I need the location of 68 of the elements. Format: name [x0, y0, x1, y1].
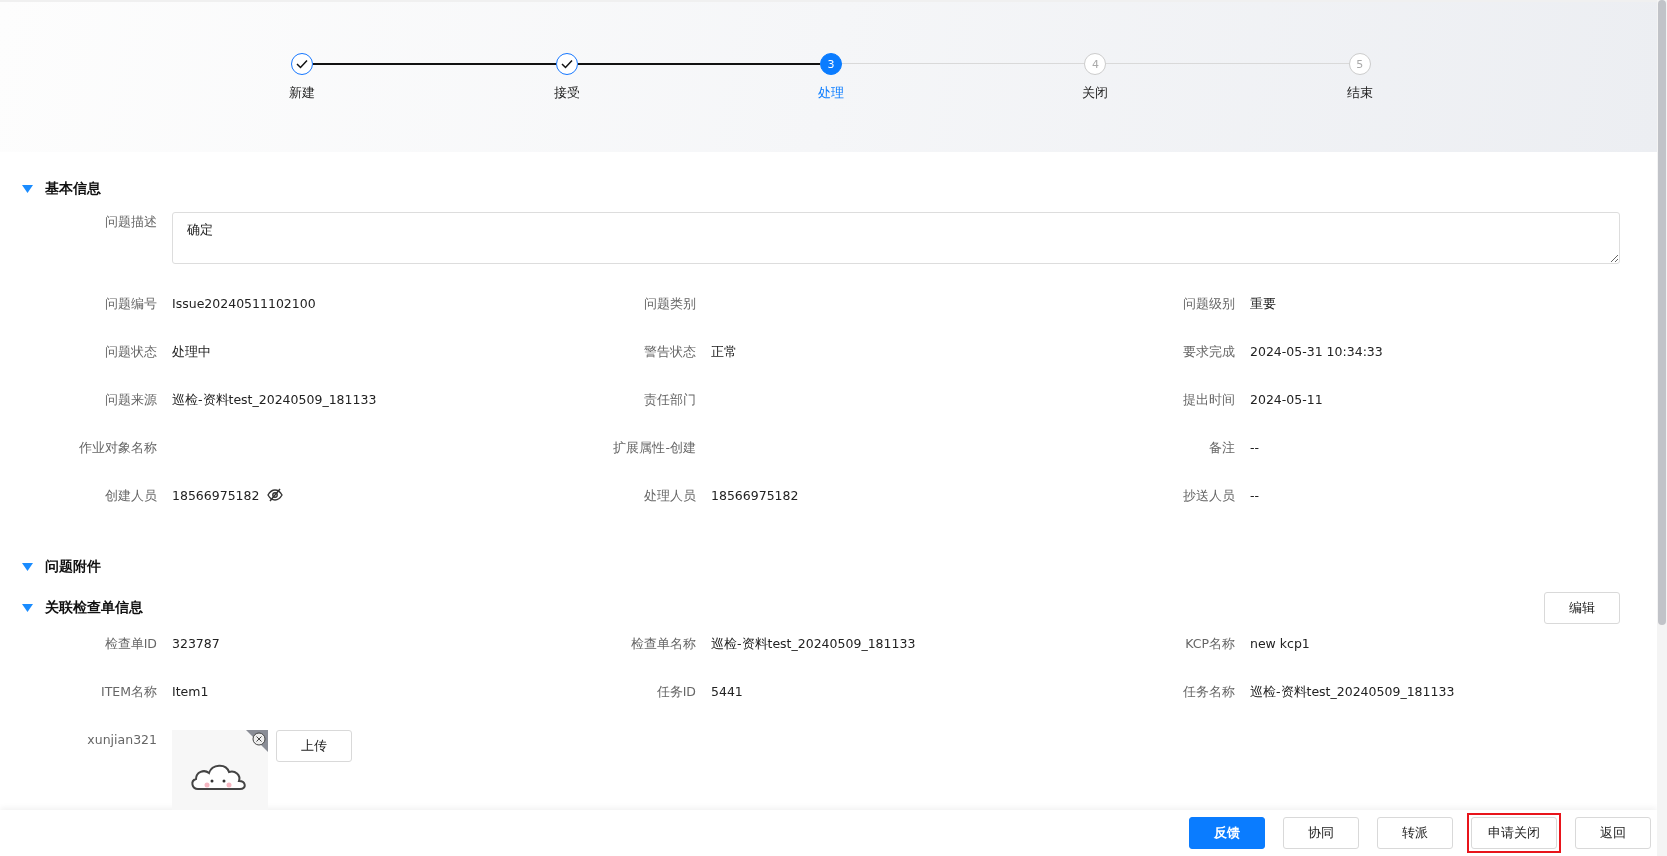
field-value: Item1 [172, 683, 209, 699]
check-icon [560, 59, 573, 69]
field-label: 问题描述 [105, 213, 157, 231]
field-label: ITEM名称 [101, 683, 157, 701]
section-title: 问题附件 [45, 558, 101, 576]
action-button[interactable]: 转派 [1377, 817, 1453, 849]
section-title: 关联检查单信息 [45, 599, 143, 617]
field-value: 巡检-资料test_20240509_181133 [172, 391, 377, 409]
field-label: 检查单ID [104, 635, 157, 653]
field-value: 2024-05-31 10:34:33 [1250, 343, 1383, 359]
field-label: 任务ID [656, 683, 696, 701]
field-value: 重要 [1250, 295, 1276, 313]
action-button[interactable]: 申请关闭 [1471, 817, 1557, 849]
step-label: 结束 [1346, 84, 1373, 102]
step-label: 接受 [553, 84, 580, 102]
step-label: 新建 [289, 84, 316, 102]
action-button[interactable]: 返回 [1575, 817, 1651, 849]
field-value: 5441 [711, 683, 743, 699]
action-button[interactable]: 反馈 [1189, 817, 1265, 849]
step-number: 4 [1091, 57, 1099, 71]
field-label: 问题来源 [105, 391, 157, 409]
collapse-triangle-icon[interactable] [22, 563, 33, 571]
step-number: 3 [827, 57, 835, 71]
upload-button[interactable]: 上传 [276, 730, 352, 762]
field-value: -- [1250, 487, 1260, 503]
field-label: 抄送人员 [1183, 487, 1235, 505]
field-value: 巡检-资料test_20240509_181133 [1250, 683, 1455, 701]
field-value: 18566975182 [172, 487, 260, 503]
image-thumbnail[interactable] [172, 730, 268, 810]
field-label: 问题状态 [105, 343, 157, 361]
step-number: 5 [1356, 57, 1364, 71]
edit-button[interactable]: 编辑 [1544, 592, 1620, 624]
action-button[interactable]: 协同 [1283, 817, 1359, 849]
field-label: 处理人员 [644, 487, 696, 505]
field-value: 18566975182 [711, 487, 799, 503]
description-field[interactable]: 确定 [172, 212, 1620, 264]
remove-icon[interactable] [246, 730, 268, 752]
section-title: 基本信息 [45, 180, 101, 198]
field-label: 警告状态 [644, 343, 696, 361]
step-label: 关闭 [1082, 84, 1109, 102]
step-label: 处理 [818, 84, 844, 102]
field-label: 扩展属性-创建 [613, 439, 696, 457]
check-icon [296, 59, 309, 69]
field-label: 检查单名称 [631, 635, 696, 653]
field-value: -- [1250, 439, 1260, 455]
field-value: new kcp1 [1250, 635, 1310, 651]
field-label: KCP名称 [1185, 635, 1235, 653]
field-value: 处理中 [172, 343, 211, 361]
field-label: 任务名称 [1183, 683, 1235, 701]
field-label: 提出时间 [1183, 391, 1235, 409]
field-label: 责任部门 [644, 391, 696, 409]
field-value: 巡检-资料test_20240509_181133 [711, 635, 916, 653]
field-label: 创建人员 [105, 487, 157, 505]
field-label: 作业对象名称 [79, 439, 157, 457]
field-label: xunjian321 [87, 731, 157, 749]
field-value: Issue20240511102100 [172, 295, 316, 311]
field-label: 问题级别 [1183, 295, 1235, 313]
field-value: 2024-05-11 [1250, 391, 1323, 407]
field-label: 问题编号 [105, 295, 157, 313]
field-value: 323787 [172, 635, 220, 651]
collapse-triangle-icon[interactable] [22, 185, 33, 193]
field-label: 备注 [1209, 439, 1235, 457]
scrollbar[interactable] [1657, 0, 1667, 856]
collapse-triangle-icon[interactable] [22, 604, 33, 612]
field-value: 正常 [711, 343, 737, 361]
field-label: 要求完成 [1183, 343, 1235, 361]
eye-hidden-icon[interactable] [267, 487, 284, 502]
field-label: 问题类别 [644, 295, 696, 313]
